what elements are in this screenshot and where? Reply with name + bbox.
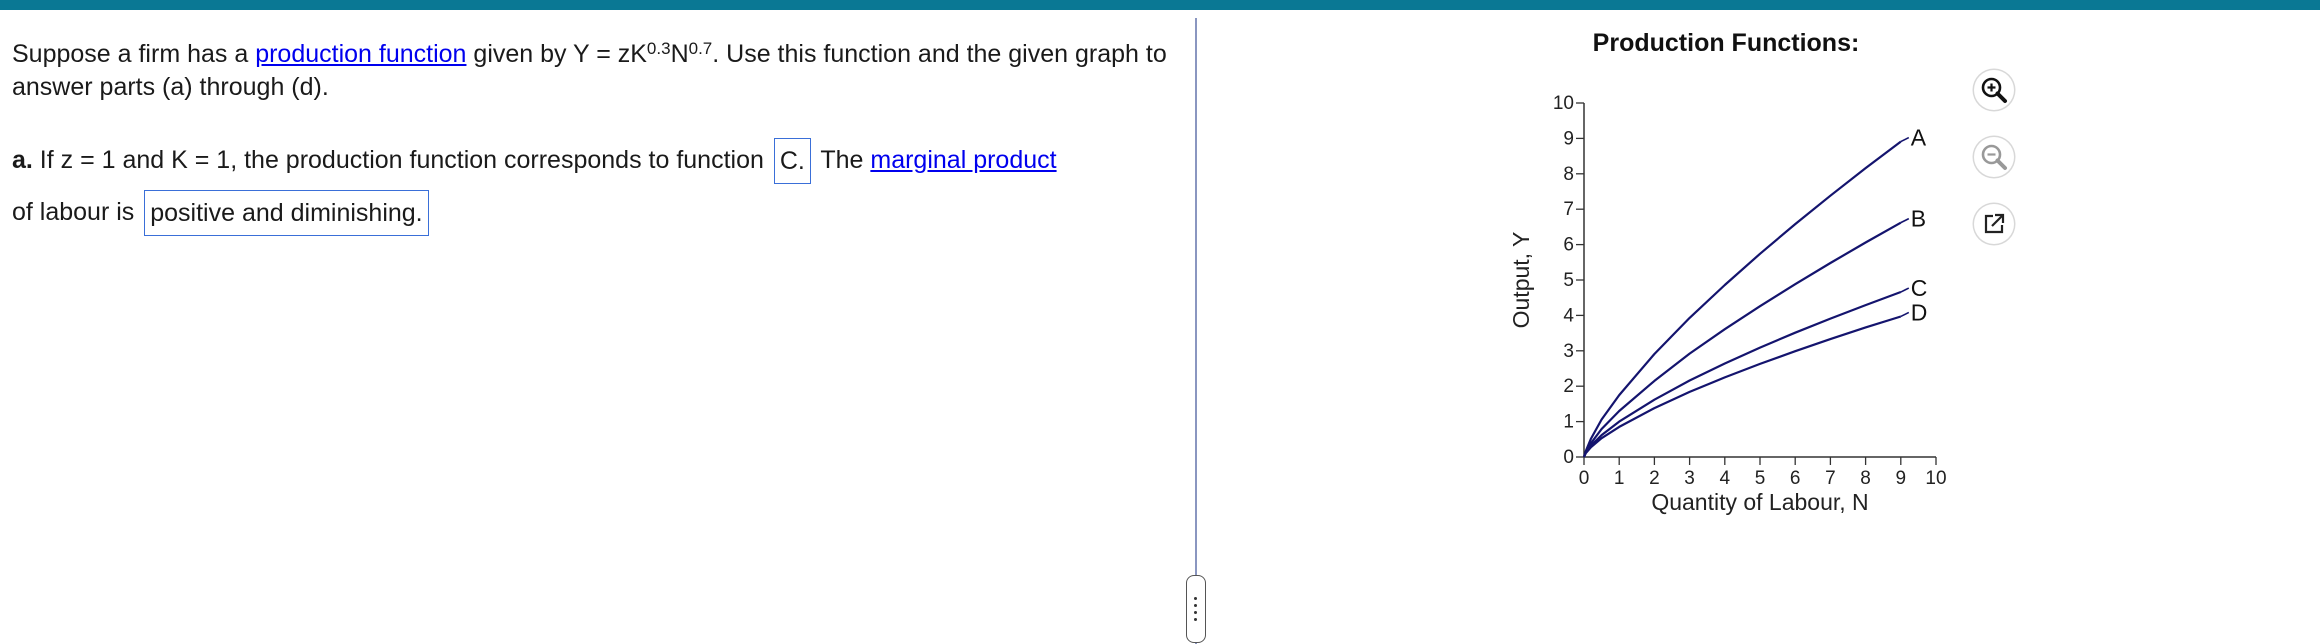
x-tick-label: 6 <box>1790 468 1801 489</box>
curve-label-leader <box>1900 136 1910 143</box>
production-function-link[interactable]: production function <box>255 40 466 68</box>
curve-label-c: C <box>1911 275 1928 301</box>
resize-handle[interactable] <box>1186 575 1206 643</box>
curve-label-leader <box>1900 311 1910 318</box>
answer-function-box[interactable]: C. <box>773 138 811 185</box>
x-tick-label: 3 <box>1684 468 1695 489</box>
answer-marginal-product-box[interactable]: positive and diminishing. <box>144 190 429 237</box>
panel-divider <box>1195 18 1197 644</box>
curve-label-leader <box>1900 217 1910 224</box>
intro-text: Suppose a firm has a production function… <box>12 38 1182 104</box>
graph-title: Production Functions: <box>1593 29 1860 57</box>
y-tick-label: 1 <box>1563 412 1574 433</box>
popout-button[interactable] <box>1974 204 2014 244</box>
x-tick-label: 9 <box>1896 468 1907 489</box>
exponent-n: 0.7 <box>688 39 713 58</box>
x-tick-label: 1 <box>1614 468 1625 489</box>
y-tick-label: 0 <box>1563 447 1574 468</box>
x-tick-label: 7 <box>1825 468 1836 489</box>
production-functions-graph: Production Functions: 0 1 2 3 4 5 6 7 8 9 10 0 1 2 3 4 5 6… <box>1508 29 1947 515</box>
y-tick-label: 2 <box>1563 376 1574 397</box>
formula-n: N <box>670 40 689 68</box>
curve-label-leader <box>1900 287 1910 293</box>
exponent-k: 0.3 <box>646 39 671 58</box>
curve-label-a: A <box>1911 125 1927 151</box>
zoom-in-icon <box>1981 77 2007 103</box>
y-tick-label: 9 <box>1563 128 1574 149</box>
y-tick-label: 4 <box>1563 305 1574 326</box>
marginal-product-link[interactable]: marginal product <box>870 146 1056 174</box>
x-tick-label: 2 <box>1649 468 1660 489</box>
y-tick-label: 3 <box>1563 341 1574 362</box>
x-tick-label: 0 <box>1579 468 1590 489</box>
zoom-out-icon <box>1981 144 2007 170</box>
y-tick-label: 5 <box>1563 270 1574 291</box>
question-panel: Suppose a firm has a production function… <box>12 38 1182 238</box>
x-tick-label: 4 <box>1720 468 1731 489</box>
curve-b <box>1582 221 1902 458</box>
y-tick-label: 7 <box>1563 199 1574 220</box>
y-axis-label: Output, Y <box>1508 232 1534 329</box>
curve-a <box>1582 140 1902 458</box>
y-tick-label: 10 <box>1553 93 1574 114</box>
x-axis-label: Quantity of Labour, N <box>1651 489 1868 515</box>
intro-text-part: Suppose a firm has a <box>12 40 256 68</box>
intro-formula-part: given by Y = zK <box>466 40 647 68</box>
x-tick-label: 10 <box>1925 468 1946 489</box>
question-a-text2: The <box>820 146 871 174</box>
top-accent-bar <box>0 0 2320 10</box>
question-a-text3: of labour is <box>12 198 135 226</box>
curve-d <box>1583 315 1902 458</box>
question-a-label: a. <box>12 146 33 174</box>
curve-label-b: B <box>1911 206 1926 232</box>
x-tick-label: 5 <box>1755 468 1766 489</box>
y-tick-label: 8 <box>1563 164 1574 185</box>
popout-icon <box>1984 213 2005 234</box>
question-a: a. If z = 1 and K = 1, the production fu… <box>12 134 1182 238</box>
curve-label-d: D <box>1911 299 1928 325</box>
zoom-out-button[interactable] <box>1974 137 2014 177</box>
question-a-text: If z = 1 and K = 1, the production funct… <box>32 146 764 174</box>
y-tick-label: 6 <box>1563 235 1574 256</box>
x-tick-label: 8 <box>1860 468 1871 489</box>
zoom-in-button[interactable] <box>1974 70 2014 110</box>
